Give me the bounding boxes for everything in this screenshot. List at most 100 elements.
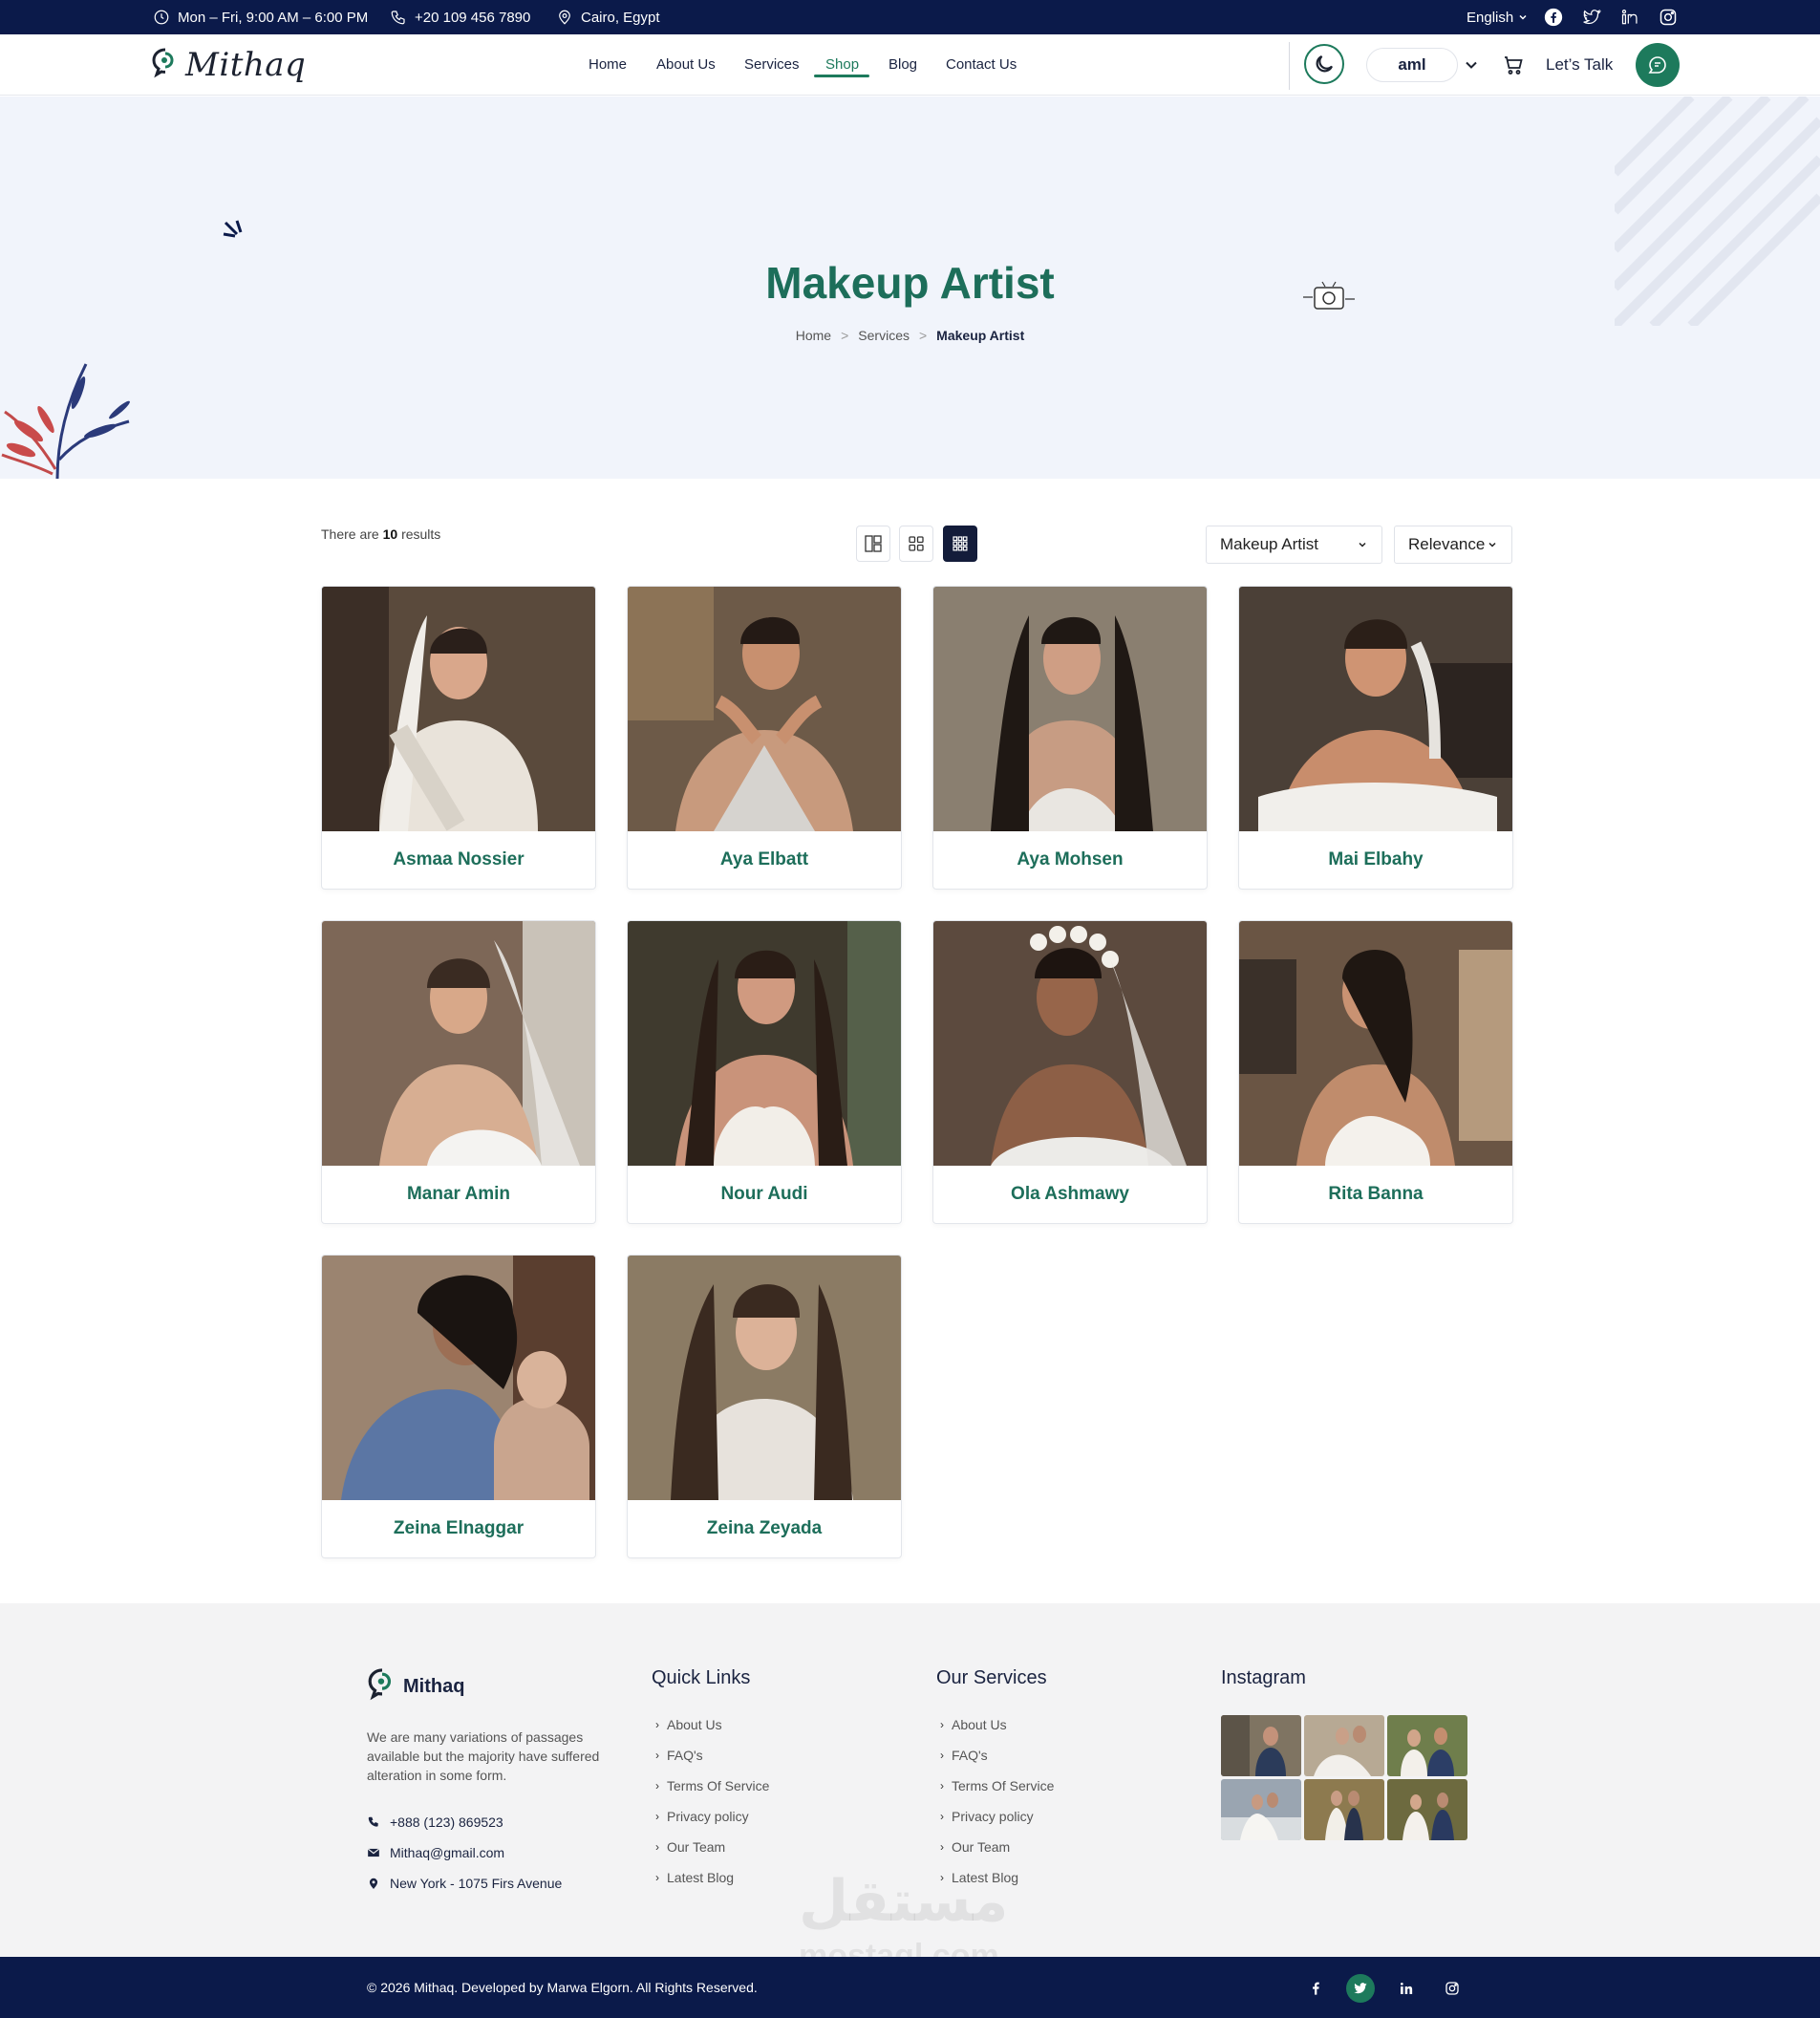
artist-photo	[628, 921, 901, 1166]
service-link-terms[interactable]: › Terms Of Service	[940, 1778, 1054, 1793]
category-select-value: Makeup Artist	[1220, 535, 1318, 553]
quick-link-label: About Us	[667, 1717, 722, 1732]
instagram-thumbnail[interactable]	[1304, 1715, 1384, 1776]
artist-card[interactable]: Nour Audi	[627, 920, 902, 1224]
chevron-right-icon: ›	[940, 1779, 944, 1793]
instagram-thumbnail[interactable]	[1221, 1715, 1301, 1776]
artist-name[interactable]: Rita Banna	[1239, 1166, 1512, 1223]
service-link-label: About Us	[952, 1717, 1007, 1732]
chat-button[interactable]	[1636, 43, 1680, 87]
instagram-thumbnail[interactable]	[1387, 1779, 1467, 1840]
service-link-label: Our Team	[952, 1839, 1011, 1855]
artist-card[interactable]: Zeina Zeyada	[627, 1255, 902, 1558]
artist-name[interactable]: Aya Mohsen	[933, 831, 1207, 889]
service-link-privacy[interactable]: › Privacy policy	[940, 1809, 1034, 1824]
language-dropdown[interactable]: English	[1467, 0, 1529, 34]
chevron-down-icon[interactable]	[1462, 55, 1481, 75]
sort-select[interactable]: Relevance	[1394, 526, 1512, 564]
artist-photo	[1239, 587, 1512, 831]
quick-link-faq[interactable]: › FAQ's	[655, 1748, 703, 1763]
quick-link-terms[interactable]: › Terms Of Service	[655, 1778, 769, 1793]
quick-link-team[interactable]: › Our Team	[655, 1839, 725, 1855]
nav-contact-us[interactable]: Contact Us	[946, 56, 1017, 73]
artist-card[interactable]: Aya Elbatt	[627, 586, 902, 890]
artist-card[interactable]: Rita Banna	[1238, 920, 1513, 1224]
artist-name[interactable]: Asmaa Nossier	[322, 831, 595, 889]
artist-photo	[322, 587, 595, 831]
artist-photo	[628, 1256, 901, 1500]
grid-2-view-button[interactable]	[899, 526, 933, 562]
artist-card[interactable]: Aya Mohsen	[932, 586, 1208, 890]
quick-link-label: Terms Of Service	[667, 1778, 770, 1793]
page-title: Makeup Artist	[765, 258, 1055, 308]
instagram-thumbnail[interactable]	[1304, 1779, 1384, 1840]
phone-info[interactable]: +20 109 456 7890	[390, 0, 530, 34]
dark-mode-toggle[interactable]	[1304, 44, 1344, 84]
breadcrumb-services[interactable]: Services	[858, 328, 910, 343]
artist-name[interactable]: Zeina Zeyada	[628, 1500, 901, 1557]
instagram-icon[interactable]	[1656, 5, 1681, 30]
instagram-icon[interactable]	[1438, 1974, 1467, 2003]
grid-3-view-button[interactable]	[943, 526, 977, 562]
chevron-right-icon: ›	[940, 1840, 944, 1854]
quick-links-heading: Quick Links	[652, 1667, 751, 1688]
nav-shop[interactable]: Shop	[825, 56, 859, 73]
artist-card[interactable]: Manar Amin	[321, 920, 596, 1224]
artist-name[interactable]: Nour Audi	[628, 1166, 901, 1223]
artist-card[interactable]: Asmaa Nossier	[321, 586, 596, 890]
brand-name: Mithaq	[185, 46, 307, 84]
category-select[interactable]: Makeup Artist	[1206, 526, 1382, 564]
facebook-icon[interactable]	[1301, 1974, 1330, 2003]
nav-about-us[interactable]: About Us	[656, 56, 716, 73]
artist-card[interactable]: Ola Ashmawy	[932, 920, 1208, 1224]
service-link-faq[interactable]: › FAQ's	[940, 1748, 988, 1763]
instagram-thumbnail[interactable]	[1221, 1779, 1301, 1840]
footer-email[interactable]: Mithaq@gmail.com	[367, 1845, 504, 1860]
active-nav-indicator	[814, 75, 869, 77]
footer-brand-name: Mithaq	[403, 1675, 465, 1697]
artist-name[interactable]: Aya Elbatt	[628, 831, 901, 889]
footer-logo[interactable]: Mithaq	[367, 1667, 464, 1706]
twitter-icon[interactable]	[1579, 5, 1604, 30]
nav-home[interactable]: Home	[589, 56, 627, 73]
instagram-thumbnail[interactable]	[1387, 1715, 1467, 1776]
service-link-label: Terms Of Service	[952, 1778, 1055, 1793]
breadcrumb-home[interactable]: Home	[796, 328, 831, 343]
footer-phone[interactable]: +888 (123) 869523	[367, 1814, 503, 1830]
chevron-down-icon	[1488, 542, 1496, 547]
moon-icon	[1316, 54, 1334, 73]
cart-icon[interactable]	[1502, 54, 1525, 76]
phone-icon	[368, 1816, 378, 1827]
artist-card[interactable]: Zeina Elnaggar	[321, 1255, 596, 1558]
artist-card[interactable]: Mai Elbahy	[1238, 586, 1513, 890]
footer-address: New York - 1075 Firs Avenue	[367, 1876, 562, 1891]
floral-decoration-icon	[1, 363, 130, 479]
quick-link-blog[interactable]: › Latest Blog	[655, 1870, 734, 1885]
artist-photo	[628, 587, 901, 831]
facebook-icon[interactable]	[1541, 5, 1566, 30]
lets-talk-label[interactable]: Let’s Talk	[1546, 55, 1613, 75]
breadcrumb: Home > Services > Makeup Artist	[0, 328, 1820, 343]
twitter-icon[interactable]	[1346, 1974, 1375, 2003]
chevron-right-icon: ›	[940, 1810, 944, 1823]
artist-name[interactable]: Manar Amin	[322, 1166, 595, 1223]
linkedin-icon[interactable]	[1392, 1974, 1421, 2003]
quick-link-about[interactable]: › About Us	[655, 1717, 722, 1732]
quick-link-privacy[interactable]: › Privacy policy	[655, 1809, 749, 1824]
artist-name[interactable]: Ola Ashmawy	[933, 1166, 1207, 1223]
artist-name[interactable]: Zeina Elnaggar	[322, 1500, 595, 1557]
service-link-about[interactable]: › About Us	[940, 1717, 1007, 1732]
artist-name[interactable]: Mai Elbahy	[1239, 831, 1512, 889]
brand-logo[interactable]: Mithaq	[151, 46, 306, 84]
nav-blog[interactable]: Blog	[889, 56, 917, 73]
grid-dense-icon	[953, 536, 968, 551]
linkedin-icon[interactable]	[1617, 5, 1642, 30]
footer-address-text: New York - 1075 Firs Avenue	[390, 1876, 563, 1891]
list-view-button[interactable]	[856, 526, 890, 562]
nav-services[interactable]: Services	[744, 56, 800, 73]
service-link-team[interactable]: › Our Team	[940, 1839, 1010, 1855]
location-text: Cairo, Egypt	[581, 9, 660, 26]
breadcrumb-current: Makeup Artist	[936, 328, 1025, 343]
user-account-button[interactable]: aml	[1366, 48, 1458, 82]
chevron-right-icon: ›	[655, 1871, 659, 1884]
